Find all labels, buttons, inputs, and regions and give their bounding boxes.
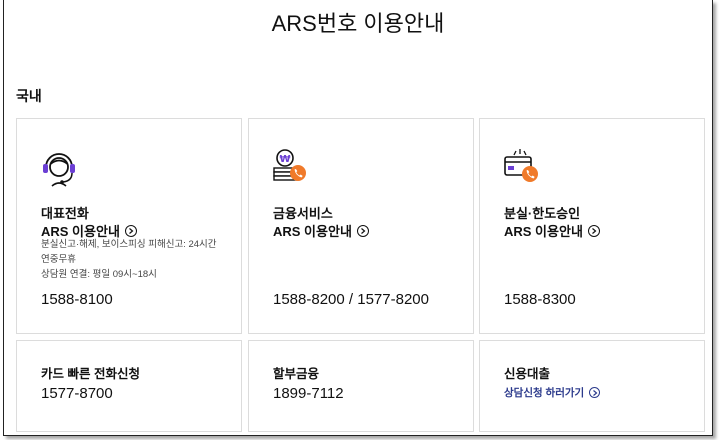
chevron-right-circle-icon — [589, 387, 601, 398]
consult-apply-link[interactable]: 상담신청 하러가기 — [504, 385, 601, 400]
card-quick-phone-apply: 카드 빠른 전화신청 1577-8700 — [16, 340, 242, 432]
card-phone-icon — [502, 147, 542, 187]
chevron-right-circle-icon — [587, 224, 600, 237]
card-financial-service: ₩ 금융서비스 ARS 이용안내 1588-8200 / 1577-8200 — [248, 118, 474, 334]
card-credit-loan: 신용대출 상담신청 하러가기 — [479, 340, 705, 432]
svg-text:₩: ₩ — [279, 154, 290, 165]
page-title: ARS번호 이용안내 — [271, 11, 445, 36]
card-loss-limit-approval-name: 분실·한도승인 — [504, 206, 581, 221]
phone-number: 1588-8100 — [41, 291, 113, 308]
note-line: 상담원 연결: 평일 09시~18시 — [41, 269, 157, 280]
ars-guide-link-financial[interactable]: ARS 이용안내 — [273, 221, 369, 240]
consult-apply-label: 상담신청 하러가기 — [504, 387, 585, 399]
card-installment-finance: 할부금융 1899-7112 — [248, 340, 474, 432]
card-credit-loan-name: 신용대출 — [504, 367, 551, 381]
chevron-right-circle-icon — [356, 224, 369, 237]
ars-guide-label: ARS 이용안내 — [504, 224, 583, 239]
card-main-phone-name: 대표전화 — [41, 206, 89, 221]
card-financial-service-name: 금융서비스 — [273, 206, 333, 221]
card-main-phone-notes: 분실신고·해제, 보이스피싱 피해신고: 24시간 연중무휴 상담원 연결: 평… — [41, 237, 251, 282]
section-title-domestic: 국내 — [16, 88, 42, 104]
phone-number: 1577-8700 — [41, 385, 113, 402]
phone-number: 1588-8200 / 1577-8200 — [273, 291, 429, 308]
money-phone-icon: ₩ — [271, 147, 311, 187]
card-loss-limit-approval: 분실·한도승인 ARS 이용안내 1588-8300 — [479, 118, 705, 334]
ars-guide-link-loss[interactable]: ARS 이용안내 — [504, 221, 600, 240]
chevron-right-circle-icon — [124, 224, 137, 237]
phone-number: 1899-7112 — [273, 385, 344, 402]
note-line: 연중무휴 — [41, 254, 76, 265]
card-main-phone: 대표전화 ARS 이용안내 분실신고·해제, 보이스피싱 피해신고: 24시간 … — [16, 118, 242, 334]
note-line: 분실신고·해제, 보이스피싱 피해신고: 24시간 — [41, 239, 217, 250]
ars-guide-label: ARS 이용안내 — [273, 224, 352, 239]
card-installment-finance-name: 할부금융 — [273, 367, 320, 381]
phone-number: 1588-8300 — [504, 291, 576, 308]
headset-agent-icon — [39, 147, 79, 187]
card-quick-phone-apply-name: 카드 빠른 전화신청 — [41, 367, 140, 381]
page-frame: ARS번호 이용안내 국내 대표전화 ARS 이용안내 분실신고·해제, 보이스 — [3, 0, 713, 436]
